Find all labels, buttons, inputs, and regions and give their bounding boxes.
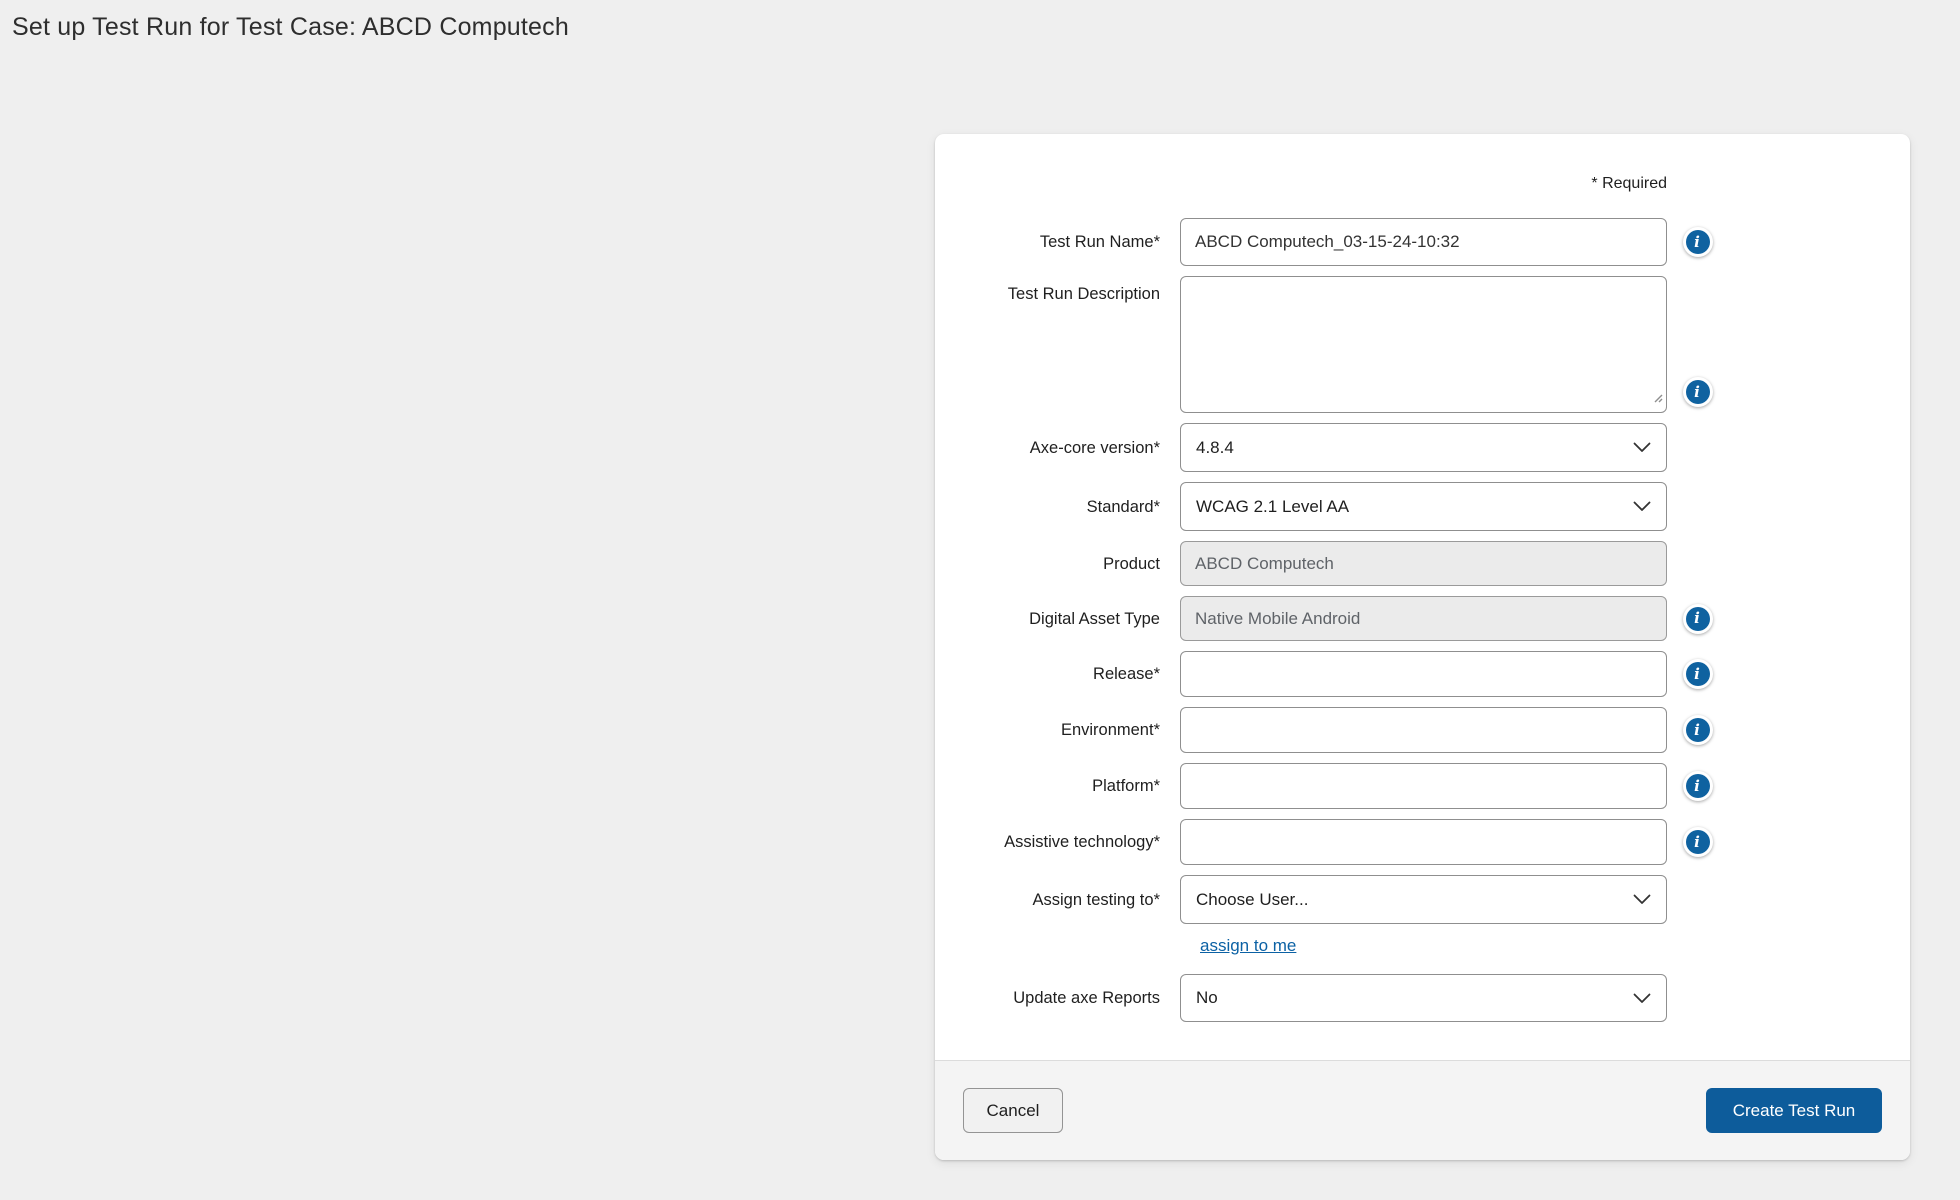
info-icon: i xyxy=(1686,774,1710,798)
dialog-footer: Cancel Create Test Run xyxy=(935,1060,1910,1160)
page-title: Set up Test Run for Test Case: ABCD Comp… xyxy=(12,13,569,42)
digital-asset-type-info-icon[interactable]: i xyxy=(1683,604,1713,634)
assign-testing-to-value: Choose User... xyxy=(1196,890,1308,910)
test-run-dialog: * Required Test Run Name* i Test Run Des… xyxy=(935,134,1910,1160)
release-input[interactable] xyxy=(1180,651,1667,697)
field-row-digital-asset-type: Digital Asset Type i xyxy=(955,596,1910,641)
field-row-standard: Standard* WCAG 2.1 Level AA xyxy=(955,482,1910,531)
release-info-icon[interactable]: i xyxy=(1683,659,1713,689)
platform-input[interactable] xyxy=(1180,763,1667,809)
assistive-technology-info-icon[interactable]: i xyxy=(1683,827,1713,857)
test-run-name-input[interactable] xyxy=(1180,218,1667,266)
test-run-description-label: Test Run Description xyxy=(955,276,1160,304)
required-note: * Required xyxy=(955,174,1667,194)
chevron-down-icon xyxy=(1633,894,1651,905)
field-row-assistive-technology: Assistive technology* i xyxy=(955,819,1910,865)
chevron-down-icon xyxy=(1633,993,1651,1004)
digital-asset-type-label: Digital Asset Type xyxy=(955,609,1160,629)
update-axe-reports-select[interactable]: No xyxy=(1180,974,1667,1022)
axe-core-version-select[interactable]: 4.8.4 xyxy=(1180,423,1667,472)
assign-testing-to-label: Assign testing to* xyxy=(955,890,1160,910)
digital-asset-type-input xyxy=(1180,596,1667,641)
assistive-technology-input[interactable] xyxy=(1180,819,1667,865)
test-run-description-info-icon[interactable]: i xyxy=(1683,377,1713,407)
info-icon: i xyxy=(1686,607,1710,631)
product-label: Product xyxy=(955,554,1160,574)
chevron-down-icon xyxy=(1633,501,1651,512)
assign-testing-to-select[interactable]: Choose User... xyxy=(1180,875,1667,924)
test-run-name-info-icon[interactable]: i xyxy=(1683,227,1713,257)
standard-value: WCAG 2.1 Level AA xyxy=(1196,497,1349,517)
axe-core-version-value: 4.8.4 xyxy=(1196,438,1234,458)
field-row-platform: Platform* i xyxy=(955,763,1910,809)
field-row-update-axe-reports: Update axe Reports No xyxy=(955,974,1910,1022)
platform-label: Platform* xyxy=(955,776,1160,796)
field-row-test-run-name: Test Run Name* i xyxy=(955,218,1910,266)
assign-to-me-row: assign to me xyxy=(1200,936,1910,958)
assistive-technology-label: Assistive technology* xyxy=(955,832,1160,852)
info-icon: i xyxy=(1686,230,1710,254)
axe-core-version-label: Axe-core version* xyxy=(955,438,1160,458)
info-icon: i xyxy=(1686,380,1710,404)
field-row-release: Release* i xyxy=(955,651,1910,697)
cancel-button[interactable]: Cancel xyxy=(963,1088,1063,1133)
field-row-axe-core-version: Axe-core version* 4.8.4 xyxy=(955,423,1910,472)
standard-select[interactable]: WCAG 2.1 Level AA xyxy=(1180,482,1667,531)
field-row-test-run-description: Test Run Description i xyxy=(955,276,1910,413)
environment-label: Environment* xyxy=(955,720,1160,740)
product-input xyxy=(1180,541,1667,586)
test-run-name-label: Test Run Name* xyxy=(955,232,1160,252)
assign-to-me-link[interactable]: assign to me xyxy=(1200,936,1296,955)
info-icon: i xyxy=(1686,830,1710,854)
test-run-description-textarea[interactable] xyxy=(1180,276,1667,413)
standard-label: Standard* xyxy=(955,497,1160,517)
release-label: Release* xyxy=(955,664,1160,684)
field-row-product: Product xyxy=(955,541,1910,586)
field-row-environment: Environment* i xyxy=(955,707,1910,753)
field-row-assign-testing-to: Assign testing to* Choose User... xyxy=(955,875,1910,924)
environment-input[interactable] xyxy=(1180,707,1667,753)
environment-info-icon[interactable]: i xyxy=(1683,715,1713,745)
create-test-run-button[interactable]: Create Test Run xyxy=(1706,1088,1882,1133)
info-icon: i xyxy=(1686,718,1710,742)
info-icon: i xyxy=(1686,662,1710,686)
chevron-down-icon xyxy=(1633,442,1651,453)
update-axe-reports-value: No xyxy=(1196,988,1218,1008)
update-axe-reports-label: Update axe Reports xyxy=(955,988,1160,1008)
platform-info-icon[interactable]: i xyxy=(1683,771,1713,801)
resize-handle-icon[interactable] xyxy=(1652,390,1663,408)
